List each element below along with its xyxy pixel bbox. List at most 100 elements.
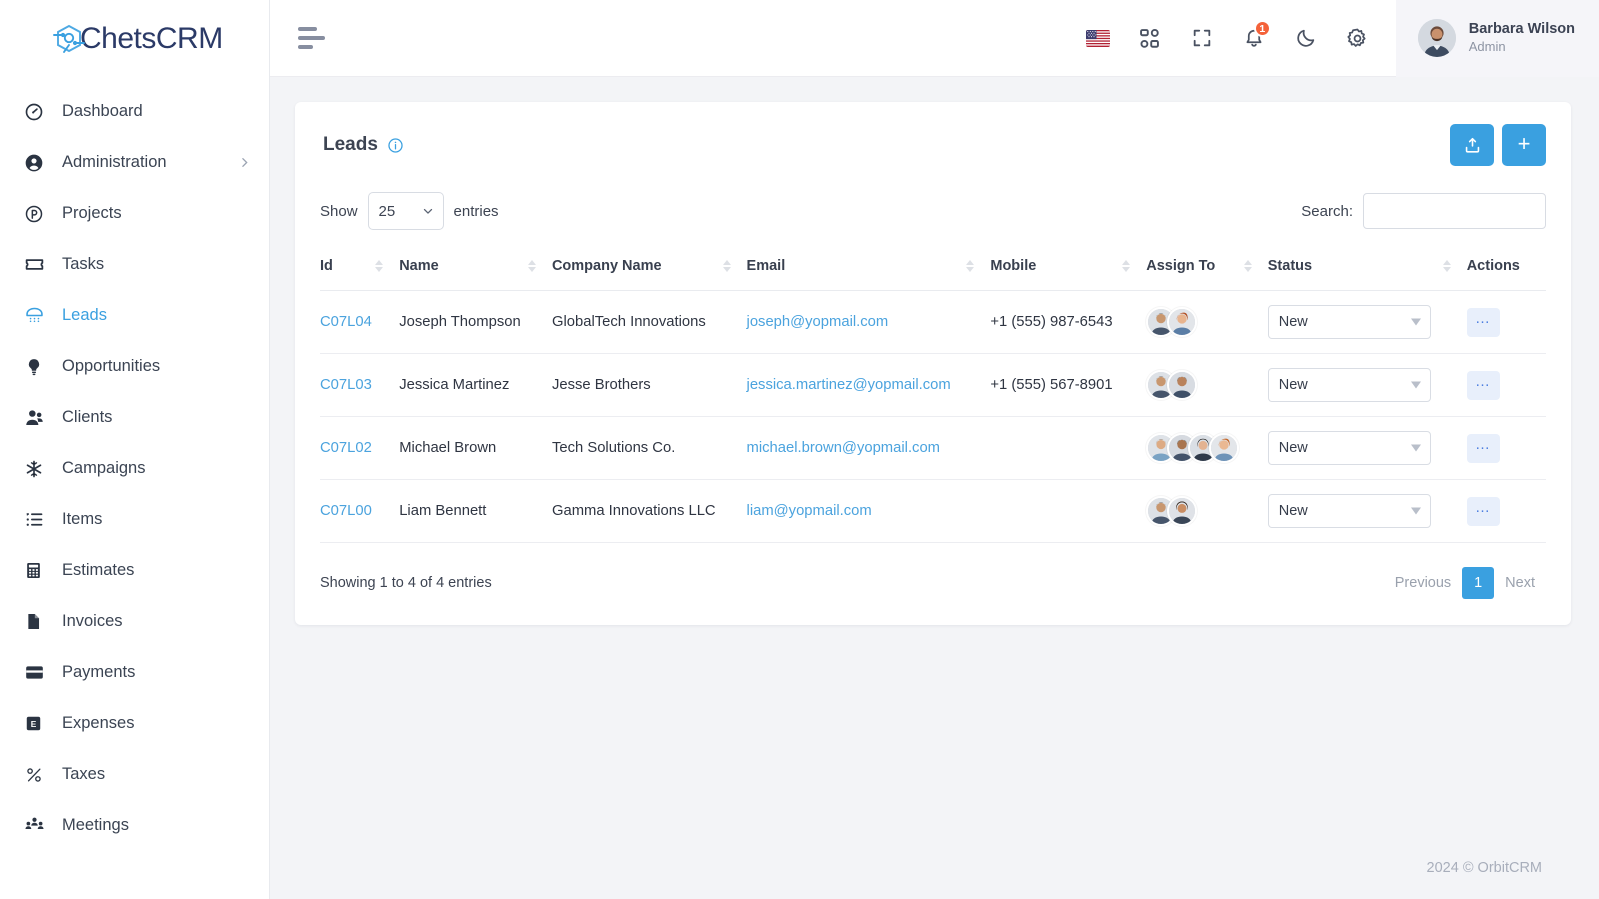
- search-group: Search:: [1301, 193, 1546, 229]
- sidebar-item-label: Estimates: [62, 561, 135, 580]
- column-header-mobile[interactable]: Mobile: [990, 244, 1147, 291]
- column-header-actions: Actions: [1466, 244, 1546, 291]
- lightbulb-icon: [24, 356, 50, 378]
- sidebar-item-estimates[interactable]: Estimates: [0, 545, 269, 596]
- cell-email: liam@yopmail.com: [746, 479, 991, 543]
- row-actions-button[interactable]: …: [1466, 433, 1500, 463]
- cell-email: joseph@yopmail.com: [746, 290, 991, 354]
- search-input[interactable]: [1363, 193, 1546, 229]
- sidebar-item-projects[interactable]: Projects: [0, 188, 269, 239]
- lead-id-link[interactable]: C07L04: [320, 314, 372, 330]
- column-header-assign-to[interactable]: Assign To: [1146, 244, 1268, 291]
- status-select-wrapper: New: [1267, 431, 1431, 465]
- avatar: [1167, 496, 1198, 526]
- column-label: Actions: [1466, 258, 1520, 274]
- table-controls: Show 25 entries Search:: [320, 184, 1546, 244]
- ticket-icon: [24, 254, 50, 276]
- email-link[interactable]: joseph@yopmail.com: [747, 314, 889, 330]
- avatar: [1209, 433, 1240, 463]
- column-header-name[interactable]: Name: [399, 244, 552, 291]
- column-header-email[interactable]: Email: [746, 244, 991, 291]
- column-header-company-name[interactable]: Company Name: [551, 244, 747, 291]
- user-circle-icon: [24, 152, 50, 174]
- column-header-status[interactable]: Status: [1267, 244, 1467, 291]
- row-actions-button[interactable]: …: [1466, 307, 1500, 337]
- avatar-stack[interactable]: [1146, 496, 1268, 526]
- sidebar-item-meetings[interactable]: Meetings: [0, 800, 269, 851]
- sidebar-item-opportunities[interactable]: Opportunities: [0, 341, 269, 392]
- show-entries-group: Show 25 entries: [320, 192, 499, 230]
- status-select[interactable]: New: [1267, 305, 1431, 339]
- sidebar-item-expenses[interactable]: E Expenses: [0, 698, 269, 749]
- settings-gear-icon[interactable]: [1332, 12, 1384, 64]
- sidebar-item-label: Expenses: [62, 714, 135, 733]
- leads-table: Id Name Company Name Email Mobile Assign…: [320, 244, 1546, 543]
- user-profile-menu[interactable]: Barbara Wilson Admin: [1395, 0, 1599, 77]
- cell-actions: …: [1466, 353, 1546, 417]
- fullscreen-icon[interactable]: [1176, 12, 1228, 64]
- cell-name: Joseph Thompson: [399, 290, 552, 354]
- sidebar-item-label: Meetings: [62, 816, 129, 835]
- row-actions-button[interactable]: …: [1466, 370, 1500, 400]
- sidebar-item-taxes[interactable]: Taxes: [0, 749, 269, 800]
- sort-icon: [966, 260, 975, 272]
- avatar-stack[interactable]: [1146, 433, 1268, 463]
- status-select[interactable]: New: [1267, 368, 1431, 402]
- page-size-select[interactable]: 25: [367, 192, 444, 230]
- sidebar-item-items[interactable]: Items: [0, 494, 269, 545]
- row-actions-button[interactable]: …: [1466, 496, 1500, 526]
- pagination-page-1[interactable]: 1: [1462, 567, 1495, 599]
- export-button[interactable]: [1450, 124, 1494, 166]
- table-zone: Show 25 entries Search: Id Name Company …: [295, 184, 1571, 543]
- hamburger-icon[interactable]: [298, 21, 332, 55]
- notification-bell-icon[interactable]: 1: [1228, 12, 1280, 64]
- entries-info: Showing 1 to 4 of 4 entries: [320, 575, 492, 591]
- sidebar-item-leads[interactable]: Leads: [0, 290, 269, 341]
- phone-icon: [24, 305, 50, 327]
- pagination-previous[interactable]: Previous: [1384, 567, 1462, 599]
- language-flag-icon[interactable]: [1072, 12, 1124, 64]
- brand-logo[interactable]: ChetsCRM: [52, 22, 223, 56]
- sidebar-item-payments[interactable]: Payments: [0, 647, 269, 698]
- status-select[interactable]: New: [1267, 494, 1431, 528]
- table-body: C07L04 Joseph Thompson GlobalTech Innova…: [320, 290, 1546, 543]
- sidebar-item-administration[interactable]: Administration: [0, 137, 269, 188]
- entries-label: entries: [453, 202, 499, 220]
- cell-assignees: [1146, 416, 1268, 480]
- sidebar-item-tasks[interactable]: Tasks: [0, 239, 269, 290]
- email-link[interactable]: liam@yopmail.com: [747, 503, 872, 519]
- sidebar-item-label: Dashboard: [62, 102, 143, 121]
- sidebar-item-label: Invoices: [62, 612, 123, 631]
- cell-name: Liam Bennett: [399, 479, 552, 543]
- topbar: 1 Barbara Wilson Admin: [270, 0, 1599, 77]
- table-header-row: Id Name Company Name Email Mobile Assign…: [320, 244, 1546, 291]
- page-title-text: Leads: [323, 134, 378, 155]
- sidebar-item-invoices[interactable]: Invoices: [0, 596, 269, 647]
- email-link[interactable]: jessica.martinez@yopmail.com: [747, 377, 951, 393]
- sidebar-item-campaigns[interactable]: Campaigns: [0, 443, 269, 494]
- avatar-stack[interactable]: [1146, 307, 1268, 337]
- sort-icon: [1442, 260, 1451, 272]
- svg-text:E: E: [31, 719, 37, 729]
- sidebar-item-clients[interactable]: Clients: [0, 392, 269, 443]
- status-select[interactable]: New: [1267, 431, 1431, 465]
- apps-grid-icon[interactable]: [1124, 12, 1176, 64]
- info-circle-icon[interactable]: [387, 137, 404, 154]
- lead-id-link[interactable]: C07L00: [320, 503, 372, 519]
- add-lead-button[interactable]: +: [1502, 124, 1546, 166]
- sidebar-item-label: Payments: [62, 663, 136, 682]
- avatar-stack[interactable]: [1146, 370, 1268, 400]
- lead-id-link[interactable]: C07L03: [320, 377, 372, 393]
- people-group-icon: [24, 815, 50, 837]
- sidebar-item-dashboard[interactable]: Dashboard: [0, 86, 269, 137]
- logo-area[interactable]: ChetsCRM: [0, 0, 269, 78]
- lead-id-link[interactable]: C07L02: [320, 440, 372, 456]
- column-header-id[interactable]: Id: [320, 244, 400, 291]
- cell-company: Jesse Brothers: [551, 353, 747, 417]
- pagination-next[interactable]: Next: [1494, 567, 1546, 599]
- sort-icon: [1243, 260, 1252, 272]
- dark-mode-moon-icon[interactable]: [1280, 12, 1332, 64]
- sort-icon: [722, 260, 731, 272]
- table-row: C07L00 Liam Bennett Gamma Innovations LL…: [320, 479, 1546, 543]
- email-link[interactable]: michael.brown@yopmail.com: [747, 440, 940, 456]
